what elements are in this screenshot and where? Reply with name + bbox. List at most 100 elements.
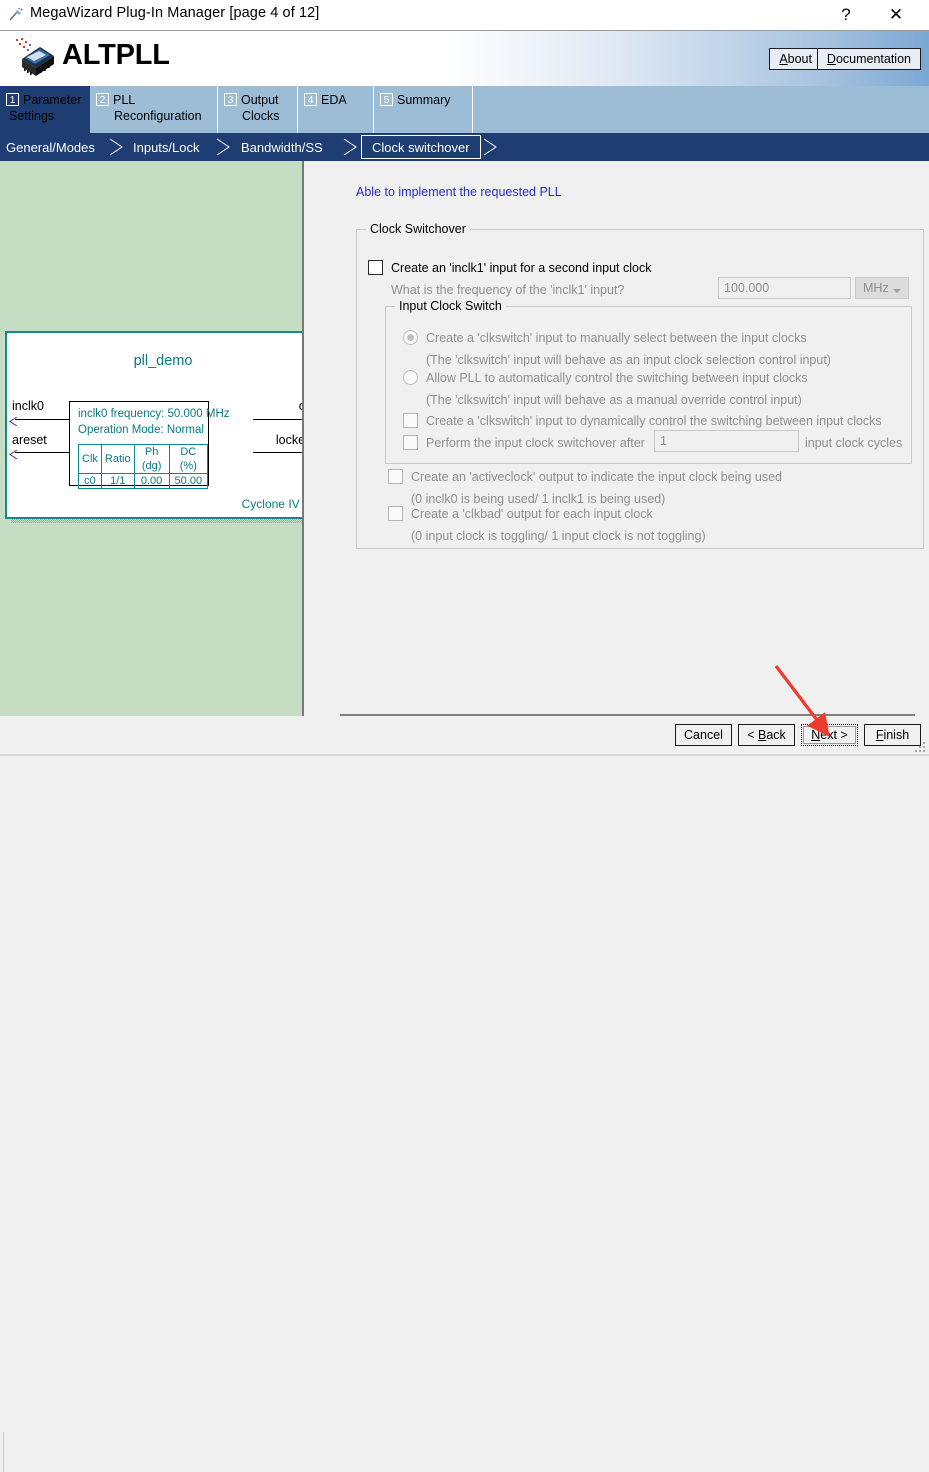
auto-clkswitch-sublabel: (The 'clkswitch' input will behave as a … [426, 393, 802, 407]
tab-eda[interactable]: 4 EDA [298, 86, 374, 133]
help-button[interactable]: ? [823, 0, 869, 30]
port-areset: areset [12, 433, 47, 447]
subtab-label: Bandwidth/SS [241, 139, 323, 155]
chevron-right-icon [213, 136, 235, 158]
table-row: c0 1/1 0.00 50.00 [78, 473, 209, 489]
create-inclk1-checkbox[interactable] [368, 260, 383, 275]
chevron-right-icon [340, 136, 362, 158]
td-ratio: 1/1 [100, 473, 135, 489]
diagram-title: pll_demo [133, 353, 193, 369]
next-button[interactable]: Next > [801, 724, 858, 746]
tab-number: 1 [6, 93, 19, 106]
clkbad-sublabel: (0 input clock is toggling/ 1 input cloc… [411, 529, 706, 543]
group-title: Clock Switchover [366, 222, 470, 236]
wizard-tabs: 1 Parameter Settings 2 PLL Reconfiguration… [0, 86, 929, 133]
manual-clkswitch-sublabel: (The 'clkswitch' input will behave as an… [426, 353, 831, 367]
clock-summary-table: Clk Ratio Ph (dg) DC (%) c0 1/1 0.00 50.… [78, 444, 209, 489]
cancel-label: Cancel [684, 728, 723, 742]
tab-parameter-settings[interactable]: 1 Parameter Settings [0, 86, 90, 133]
back-button[interactable]: < Back [738, 724, 795, 746]
radio-dot [407, 334, 414, 341]
tab-label-line1: EDA [321, 93, 347, 107]
th-clk: Clk [78, 444, 102, 474]
subtab-label: Inputs/Lock [133, 139, 200, 155]
group-title: Input Clock Switch [395, 299, 506, 313]
tab-number: 5 [380, 93, 393, 106]
tab-label-line1: PLL [113, 93, 136, 107]
about-button[interactable]: About [769, 48, 822, 70]
pll-block-diagram: pll_demo inclk0 areset c0 locked [5, 331, 321, 519]
switchover-delay-suffix: input clock cycles [805, 436, 903, 450]
subtab-strip: General/Modes Inputs/Lock Bandwidth/SS C… [0, 133, 929, 161]
tab-label-line1: Parameter [23, 93, 82, 107]
inclk1-frequency-question: What is the frequency of the 'inclk1' in… [391, 283, 625, 297]
preview-panel: pll_demo inclk0 areset c0 locked [0, 161, 325, 723]
device-family-label: Cyclone IV E [241, 497, 311, 511]
close-button[interactable]: ✕ [873, 0, 919, 30]
th-ratio: Ratio [100, 444, 135, 474]
tab-summary[interactable]: 5 Summary [374, 86, 473, 133]
tab-strip-filler [473, 86, 929, 133]
inclk1-frequency-unit-select[interactable]: MHz [855, 277, 909, 299]
close-icon: ✕ [888, 5, 904, 24]
tab-label-line1: Summary [397, 93, 451, 107]
finish-button[interactable]: Finish [864, 724, 921, 746]
product-banner: ALTPLL About Documentation [0, 30, 929, 86]
tab-number: 3 [224, 93, 237, 106]
switchover-delay-prefix: Perform the input clock switchover after [426, 436, 645, 450]
dynamic-clkswitch-label: Create a 'clkswitch' input to dynamicall… [426, 414, 882, 428]
inclk1-frequency-input[interactable]: 100.000 [718, 277, 851, 299]
subtab-general-modes[interactable]: General/Modes [6, 133, 95, 161]
auto-clkswitch-radio[interactable] [403, 370, 418, 385]
title-bar: MegaWizard Plug-In Manager [page 4 of 12… [0, 0, 929, 30]
manual-clkswitch-label: Create a 'clkswitch' input to manually s… [426, 331, 807, 345]
auto-clkswitch-label: Allow PLL to automatically control the s… [426, 371, 808, 385]
activeclock-label: Create an 'activeclock' output to indica… [411, 470, 782, 484]
unit-label: MHz [863, 281, 889, 295]
subtab-label: Clock switchover [372, 139, 470, 155]
tab-label-line2: Settings [9, 109, 55, 123]
info-operation-mode: Operation Mode: Normal [78, 424, 204, 436]
port-arrow-icon [9, 415, 18, 427]
chevron-right-icon [106, 136, 128, 158]
megawizard-window: MegaWizard Plug-In Manager [page 4 of 12… [0, 0, 929, 1472]
product-title: ALTPLL [62, 39, 170, 71]
status-message: Able to implement the requested PLL [356, 185, 562, 199]
footer-separator [340, 714, 915, 716]
td-dutycycle: 50.00 [168, 473, 209, 489]
subtab-bandwidth-ss[interactable]: Bandwidth/SS [241, 133, 323, 161]
diagram-info-box: inclk0 frequency: 50.000 MHz Operation M… [69, 401, 230, 489]
manual-clkswitch-radio[interactable] [403, 330, 418, 345]
info-frequency: inclk0 frequency: 50.000 MHz [78, 408, 230, 420]
switchover-delay-checkbox[interactable] [403, 435, 418, 450]
tab-number: 4 [304, 93, 317, 106]
tab-output-clocks[interactable]: 3 Output Clocks [218, 86, 298, 133]
documentation-button[interactable]: Documentation [816, 48, 921, 70]
subtab-clock-switchover[interactable]: Clock switchover [361, 135, 481, 159]
activeclock-sublabel: (0 inclk0 is being used/ 1 inclk1 is bei… [411, 492, 666, 506]
activeclock-checkbox[interactable] [388, 469, 403, 484]
wizard-icon [8, 7, 24, 23]
clkbad-label: Create a 'clkbad' output for each input … [411, 507, 653, 521]
footer-left-edge [0, 1432, 4, 1472]
tab-number: 2 [96, 93, 109, 106]
subtab-inputs-lock[interactable]: Inputs/Lock [133, 133, 200, 161]
window-title: MegaWizard Plug-In Manager [page 4 of 12… [30, 5, 320, 21]
tab-pll-reconfiguration[interactable]: 2 PLL Reconfiguration [90, 86, 218, 133]
port-inclk0: inclk0 [12, 399, 44, 413]
td-clk: c0 [78, 473, 102, 489]
port-line [15, 419, 71, 420]
th-phase: Ph (dg) [133, 444, 170, 474]
tab-label-line2: Reconfiguration [114, 109, 202, 123]
cancel-button[interactable]: Cancel [675, 724, 732, 746]
switchover-delay-input[interactable]: 1 [654, 430, 799, 452]
th-dutycycle: DC (%) [168, 444, 209, 474]
help-icon: ? [841, 5, 851, 24]
dynamic-clkswitch-checkbox[interactable] [403, 413, 418, 428]
chevron-right-icon [480, 136, 502, 158]
create-inclk1-label: Create an 'inclk1' input for a second in… [391, 261, 652, 275]
clkbad-checkbox[interactable] [388, 506, 403, 521]
table-header-row: Clk Ratio Ph (dg) DC (%) [78, 444, 209, 474]
resize-grip[interactable] [914, 741, 926, 753]
subtab-label: General/Modes [6, 139, 95, 155]
